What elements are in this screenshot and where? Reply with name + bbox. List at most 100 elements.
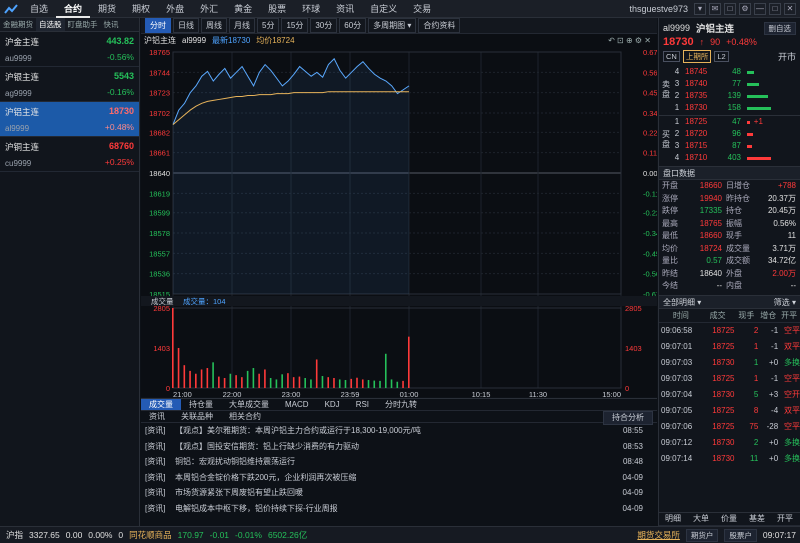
watchlist-row[interactable]: 沪铝主连 al9999 18730 +0.48% xyxy=(0,102,139,137)
user-name[interactable]: thsguestve973 xyxy=(629,4,688,14)
menu-item[interactable]: 外盘 xyxy=(158,0,192,18)
app-logo-icon[interactable] xyxy=(0,0,22,18)
detail-footer-tab[interactable]: 价量 xyxy=(715,513,743,525)
period-button[interactable]: 周线 xyxy=(201,18,227,33)
menu-item[interactable]: 期货 xyxy=(90,0,124,18)
window-button[interactable]: ⚙ xyxy=(739,3,751,15)
indicator-tab[interactable]: RSI xyxy=(348,399,377,410)
window-button[interactable]: □ xyxy=(724,3,736,15)
watchlist-row[interactable]: 沪铜主连 cu9999 68760 +0.25% xyxy=(0,137,139,172)
indicator-tab[interactable]: 大单成交量 xyxy=(221,399,277,410)
watchlist-row[interactable]: 沪金主连 au9999 443.82 -0.56% xyxy=(0,32,139,67)
news-title[interactable]: 【观点】国投安信期货：铝上行缺少消费的有力驱动 xyxy=(175,439,621,455)
period-button[interactable]: 日线 xyxy=(173,18,199,33)
indicator-tab[interactable]: KDJ xyxy=(317,399,348,410)
news-tab[interactable]: 资讯 xyxy=(141,411,173,422)
volume-bar xyxy=(183,365,186,388)
stat-label-2: 外盘 xyxy=(726,268,742,278)
ask-row[interactable]: 3 18740 77 xyxy=(669,78,800,90)
news-title[interactable]: 铜铝：宏观扰动铜铝维持震荡运行 xyxy=(175,454,621,470)
volume-bar xyxy=(402,380,404,388)
position-analysis-button[interactable]: 持合分析 xyxy=(603,411,653,425)
menu-item[interactable]: 黄金 xyxy=(226,0,260,18)
detail-footer-tab[interactable]: 明细 xyxy=(659,513,687,525)
news-tabs: 资讯 关联品种 相关合约 持合分析 xyxy=(141,411,657,425)
watchlist-tab[interactable]: 快讯 xyxy=(101,18,122,31)
ask-row[interactable]: 2 18735 139 xyxy=(669,90,800,102)
futures-account-button[interactable]: 期货户 xyxy=(685,528,719,542)
window-button[interactable]: ▾ xyxy=(694,3,706,15)
chart-tool-icons[interactable]: ↶ ⊡ ⊕ ⚙ ✕ xyxy=(608,36,657,45)
menu-item[interactable]: 环球 xyxy=(294,0,328,18)
news-item[interactable]: [资讯] 本周铝合金锭价格下跌200元，企业利润再次被压缩 04-09 xyxy=(141,470,657,486)
stat-label: 开盘 xyxy=(662,181,678,190)
detail-title[interactable]: 全部明细 ▾ xyxy=(663,296,701,308)
menu-item[interactable]: 股票 xyxy=(260,0,294,18)
bid-volume: 47 xyxy=(732,117,741,126)
period-button[interactable]: 合约资料 xyxy=(418,18,461,33)
period-button[interactable]: 15分 xyxy=(281,18,309,33)
indicator-tab[interactable]: 持仓量 xyxy=(181,399,221,410)
watchlist-tab[interactable]: 金融期货 xyxy=(0,18,36,31)
volume-bar xyxy=(350,378,353,388)
indicator-tab[interactable]: 分时九转 xyxy=(377,399,425,410)
watchlist-tab[interactable]: 自选股 xyxy=(36,18,65,31)
news-item[interactable]: [资讯] 【观点】美尔雅期货：本周沪铝主力合约或运行于18,300-19,000元… xyxy=(141,423,657,439)
news-item[interactable]: [资讯] 市场货源紧张下周废铝有望止跌回暖 04-09 xyxy=(141,485,657,501)
news-item[interactable]: [资讯] 【观点】国投安信期货：铝上行缺少消费的有力驱动 08:53 xyxy=(141,439,657,455)
menu-item[interactable]: 自定义 xyxy=(362,0,405,18)
news-tab[interactable]: 相关合约 xyxy=(221,411,269,422)
stat-value-2: 3.71万 xyxy=(772,243,796,253)
ask-row[interactable]: 4 18745 48 xyxy=(669,66,800,78)
news-item[interactable]: [资讯] 电解铝成本中枢下移，铝价持续下探-行业周报 04-09 xyxy=(141,501,657,517)
stock-account-button[interactable]: 股票户 xyxy=(724,528,757,542)
contract-change: +0.25% xyxy=(104,157,134,167)
bid-row[interactable]: 3 18715 87 xyxy=(669,140,800,152)
bid-row[interactable]: 4 18710 403 xyxy=(669,152,800,164)
news-tab[interactable]: 关联品种 xyxy=(173,411,221,422)
news-title[interactable]: 【观点】美尔雅期货：本周沪铝主力合约或运行于18,300-19,000元/吨 xyxy=(175,423,621,439)
period-button[interactable]: 5分 xyxy=(257,18,280,33)
ask-price: 18740 xyxy=(685,79,708,88)
news-item[interactable]: [资讯] 铜铝：宏观扰动铜铝维持震荡运行 08:48 xyxy=(141,454,657,470)
y-tick-label: 18702 xyxy=(149,109,170,118)
news-title[interactable]: 市场货源紧张下周废铝有望止跌回暖 xyxy=(175,485,621,501)
bid-bar xyxy=(747,121,750,124)
indicator-tab[interactable]: MACD xyxy=(277,399,317,410)
stat-value: 18765 xyxy=(699,218,722,228)
period-button[interactable]: 分时 xyxy=(145,18,171,33)
window-button[interactable]: ✕ xyxy=(784,3,796,15)
volume-bar xyxy=(379,380,381,388)
filter-button[interactable]: 筛选 ▾ xyxy=(774,296,800,308)
period-button[interactable]: 月线 xyxy=(229,18,255,33)
menu-item[interactable]: 期权 xyxy=(124,0,158,18)
watchlist-row[interactable]: 沪银主连 ag9999 5543 -0.16% xyxy=(0,67,139,102)
menu-item[interactable]: 外汇 xyxy=(192,0,226,18)
stat-label-2: 昨持仓 xyxy=(726,193,750,203)
news-title[interactable]: 本周铝合金锭价格下跌200元，企业利润再次被压缩 xyxy=(175,470,621,486)
indicator-tab[interactable]: 成交量 xyxy=(141,399,181,410)
bid-row[interactable]: 1 18725 47 +1 xyxy=(669,116,800,128)
remove-watchlist-button[interactable]: 删自选 xyxy=(763,21,796,35)
window-button[interactable]: ✉ xyxy=(709,3,721,15)
menu-item[interactable]: 合约 xyxy=(56,0,91,18)
period-button[interactable]: 多周期图 ▾ xyxy=(368,18,417,33)
menu-item[interactable]: 资讯 xyxy=(328,0,362,18)
menu-item[interactable]: 交易 xyxy=(405,0,439,18)
period-button[interactable]: 60分 xyxy=(339,18,367,33)
exchange-link[interactable]: 期货交易所 xyxy=(637,529,680,541)
detail-footer-tab[interactable]: 开平 xyxy=(771,513,799,525)
stat-value: 18640 xyxy=(699,268,722,278)
bid-row[interactable]: 2 18720 96 xyxy=(669,128,800,140)
period-button[interactable]: 30分 xyxy=(310,18,338,33)
window-button[interactable]: — xyxy=(754,3,766,15)
watchlist-tab[interactable]: 盯盘助手 xyxy=(65,18,101,31)
news-title[interactable]: 电解铝成本中枢下移，铝价持续下探-行业周报 xyxy=(175,501,621,517)
intraday-chart[interactable]: 18765 0.67% 18744 0.56% 18723 0.45% 18702 0.34%… xyxy=(141,46,657,397)
menu-item[interactable]: 自选 xyxy=(22,0,56,18)
detail-footer-tab[interactable]: 基差 xyxy=(743,513,771,525)
ask-row[interactable]: 1 18730 158 xyxy=(669,102,800,114)
ask-level: 4 xyxy=(674,67,680,76)
window-button[interactable]: □ xyxy=(769,3,781,15)
detail-footer-tab[interactable]: 大单 xyxy=(687,513,715,525)
